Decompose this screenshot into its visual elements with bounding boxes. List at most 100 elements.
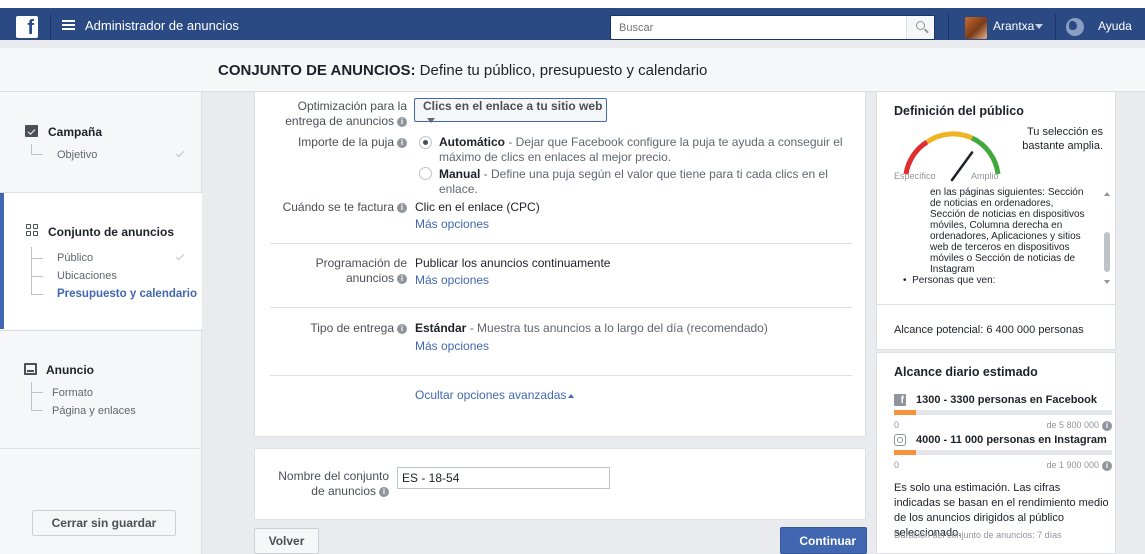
menu-icon[interactable]	[62, 20, 75, 30]
scroll-up-icon[interactable]	[1104, 192, 1110, 196]
billing-label: Cuándo se te factura i	[255, 200, 407, 215]
bid-automatic-option[interactable]: Automático - Dejar que Facebook configur…	[439, 135, 854, 165]
nav-item-format[interactable]: Formato	[52, 387, 93, 399]
bid-automatic-title: Automático	[439, 135, 505, 149]
adset-name-panel: Nombre del conjunto de anuncios i	[254, 448, 866, 520]
nav-item-placements[interactable]: Ubicaciones	[57, 270, 117, 282]
facebook-reach-max: de 5 800 000 i	[1046, 420, 1112, 431]
search-button[interactable]	[906, 16, 934, 39]
avatar[interactable]	[965, 17, 987, 39]
facebook-logo-icon[interactable]: f	[16, 16, 38, 38]
divider	[0, 448, 202, 449]
adset-name-label-line1: Nombre del conjunto	[278, 469, 389, 483]
continue-button[interactable]: Continuar	[780, 527, 867, 554]
left-navigation: Campaña Objetivo Conjunto de anuncios Pú…	[0, 92, 202, 554]
facebook-icon: f	[894, 394, 906, 406]
adset-name-label: Nombre del conjunto de anuncios i	[255, 469, 389, 499]
tree-line	[31, 410, 43, 411]
back-button[interactable]: Volver	[254, 528, 319, 554]
tree-line	[31, 247, 32, 294]
info-icon[interactable]: i	[397, 137, 407, 148]
scroll-thumb[interactable]	[1104, 232, 1110, 272]
adset-grid-icon	[26, 224, 39, 236]
close-without-saving-button[interactable]: Cerrar sin guardar	[32, 510, 176, 536]
delivery-value: Estándar - Muestra tus anuncios a lo lar…	[415, 321, 855, 336]
optimization-select[interactable]: Clics en el enlace a tu sitio web	[414, 98, 607, 124]
divider	[1055, 14, 1056, 40]
optimization-value: Clics en el enlace a tu sitio web	[423, 99, 603, 113]
potential-reach: Alcance potencial: 6 400 000 personas	[894, 324, 1084, 336]
hide-advanced-options-link[interactable]: Ocultar opciones avanzadas	[415, 388, 575, 402]
info-icon[interactable]: i	[397, 116, 407, 127]
schedule-label-line1: Programación de	[315, 256, 407, 270]
facebook-reach-label: 1300 - 3300 personas en Facebook	[916, 394, 1097, 406]
divider	[0, 330, 202, 331]
instagram-icon	[894, 434, 906, 446]
search-input[interactable]	[611, 16, 901, 39]
check-icon	[175, 148, 185, 158]
audience-details-line: de noticias en ordenadores,	[930, 198, 1054, 209]
gauge-specific-label: Específico	[894, 171, 936, 181]
bid-automatic-desc2: máximo de clics en enlaces al mejor prec…	[439, 150, 672, 164]
optimization-label-line1: Optimización para la	[297, 99, 407, 113]
adset-name-input[interactable]	[397, 467, 610, 489]
page-title-bold: CONJUNTO DE ANUNCIOS:	[218, 62, 416, 79]
audience-details-line: en las páginas siguientes: Sección	[930, 187, 1084, 198]
billing-more-options-link[interactable]: Más opciones	[415, 217, 489, 231]
tree-line	[31, 258, 43, 259]
nav-item-objective[interactable]: Objetivo	[57, 149, 97, 161]
audience-title: Definición del público	[894, 104, 1024, 118]
info-icon[interactable]: i	[1102, 420, 1112, 431]
check-icon	[175, 251, 185, 261]
audience-details-line: ordenadores, Aplicaciones y sitios	[930, 231, 1081, 242]
tree-line	[31, 144, 32, 154]
delivery-value-desc: - Muestra tus anuncios a lo largo del dí…	[466, 321, 768, 335]
optimization-label: Optimización para la entrega de anuncios…	[255, 99, 407, 129]
instagram-reach-bar-fill	[894, 450, 916, 455]
app-title[interactable]: Administrador de anuncios	[85, 18, 239, 33]
bid-automatic-radio[interactable]	[419, 136, 432, 149]
nav-section-ad[interactable]: Anuncio	[46, 363, 94, 377]
globe-icon[interactable]	[1066, 18, 1084, 36]
daily-reach-title: Alcance diario estimado	[894, 365, 1038, 379]
bid-manual-radio[interactable]	[419, 167, 432, 180]
gauge-broad-label: Amplio	[971, 171, 999, 181]
nav-item-budget-schedule[interactable]: Presupuesto y calendario	[57, 288, 197, 300]
bid-label: Importe de la puja i	[255, 135, 407, 150]
nav-section-adset-panel: Conjunto de anuncios Público Ubicaciones…	[0, 193, 202, 329]
info-icon[interactable]: i	[379, 486, 389, 497]
advanced-options-panel: Optimización para la entrega de anuncios…	[254, 92, 866, 437]
bid-automatic-desc1: - Dejar que Facebook configure la puja t…	[505, 135, 843, 149]
nav-section-campaign[interactable]: Campaña	[48, 125, 102, 139]
user-name[interactable]: Arantxa	[993, 19, 1034, 33]
audience-people-line: • Personas que ven:	[903, 275, 996, 286]
page-header: CONJUNTO DE ANUNCIOS: Define tu público,…	[0, 48, 1145, 92]
nav-section-adset[interactable]: Conjunto de anuncios	[48, 225, 174, 239]
nav-item-page-links[interactable]: Página y enlaces	[52, 405, 136, 417]
nav-item-audience[interactable]: Público	[57, 252, 93, 264]
daily-reach-panel: Alcance diario estimado f 1300 - 3300 pe…	[876, 352, 1116, 554]
scroll-down-icon[interactable]	[1104, 280, 1110, 284]
help-link[interactable]: Ayuda	[1098, 19, 1132, 33]
delivery-more-options-link[interactable]: Más opciones	[415, 339, 489, 353]
instagram-reach-max-text: de 1 900 000	[1046, 460, 1099, 470]
tree-line	[31, 392, 43, 393]
audience-scrollbar[interactable]	[1104, 192, 1110, 284]
search-icon	[916, 21, 925, 30]
audience-details-line: móviles o Sección de noticias de	[930, 253, 1076, 264]
info-icon[interactable]: i	[397, 273, 407, 284]
bid-manual-option[interactable]: Manual - Define una puja según el valor …	[439, 167, 859, 197]
top-bar: f Administrador de anuncios Arantxa Ayud…	[0, 0, 1145, 40]
info-icon[interactable]: i	[397, 323, 407, 334]
facebook-reach-bar-fill	[894, 410, 916, 415]
schedule-label: Programación de anuncios i	[255, 256, 407, 286]
divider	[270, 375, 852, 376]
schedule-more-options-link[interactable]: Más opciones	[415, 273, 489, 287]
chevron-down-icon[interactable]	[1035, 24, 1043, 29]
bid-manual-desc: - Define una puja según el valor que tie…	[439, 167, 828, 196]
audience-details-text: en las páginas siguientes: Sección de not…	[930, 187, 1095, 275]
info-icon[interactable]: i	[1102, 460, 1112, 471]
audience-details-line: Instagram	[930, 264, 975, 275]
info-icon[interactable]: i	[397, 202, 407, 213]
audience-details-list: en las páginas siguientes: Sección de not…	[890, 187, 1103, 287]
